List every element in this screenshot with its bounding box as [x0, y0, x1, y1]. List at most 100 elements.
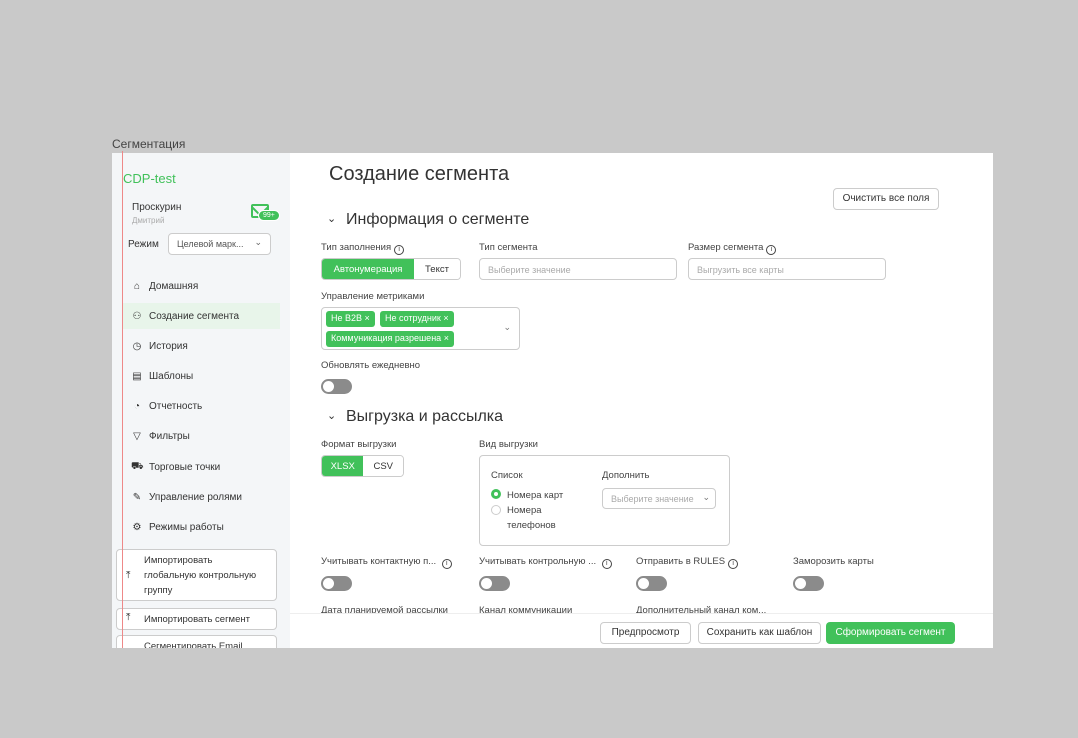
page-title: Создание сегмента: [329, 163, 510, 185]
button-label-line: Импортировать: [144, 555, 213, 566]
pie-chart-icon: ◔: [133, 400, 141, 412]
upload-icon: ⤒: [126, 612, 131, 623]
rules-label: Отправить в RULES i: [636, 556, 739, 569]
rules-toggle[interactable]: [636, 576, 667, 591]
info-icon[interactable]: i: [601, 559, 612, 569]
chevron-down-icon: ⌄: [702, 492, 710, 502]
metric-tag[interactable]: Не B2B ×: [326, 311, 375, 327]
radio-cards-label[interactable]: Номера карт: [507, 490, 563, 501]
info-icon[interactable]: i: [728, 559, 739, 569]
segment-type-select[interactable]: Выберите значение: [479, 258, 677, 280]
sidebar: CDP-test Проскурин Дмитрий 99+ Режим Цел…: [112, 153, 290, 648]
mode-label: Режим: [128, 239, 159, 250]
supplement-placeholder: Выберите значение: [611, 494, 694, 504]
radio-phones-label-line2[interactable]: телефонов: [507, 520, 556, 531]
filter-icon: ▽: [133, 430, 141, 442]
control-group-toggle[interactable]: [479, 576, 510, 591]
metric-tag[interactable]: Коммуникация разрешена ×: [326, 331, 454, 347]
contact-group-label: Учитывать контактную п... i: [321, 556, 452, 569]
sidebar-item-label: Торговые точки: [149, 461, 221, 473]
save-template-button[interactable]: Сохранить как шаблон: [698, 622, 821, 644]
supplement-select[interactable]: Выберите значение ⌄: [602, 488, 716, 509]
sidebar-item-filters[interactable]: ▽ Фильтры: [122, 423, 280, 449]
sidebar-item-work-modes[interactable]: ⚙ Режимы работы: [122, 514, 280, 540]
control-group-label-text: Учитывать контрольную ...: [479, 556, 597, 567]
import-segment-button[interactable]: ⤒ Импортировать сегмент: [116, 608, 277, 630]
segment-email-button[interactable]: Сегментировать Email: [116, 635, 277, 648]
segment-size-select[interactable]: Выгрузить все карты: [688, 258, 886, 280]
freeze-cards-label: Заморозить карты: [793, 556, 874, 567]
sidebar-item-label: Режимы работы: [149, 521, 224, 533]
fill-type-label: Тип заполнения i: [321, 242, 405, 255]
sidebar-item-templates[interactable]: ▤ Шаблоны: [122, 363, 280, 389]
close-icon[interactable]: ×: [444, 333, 449, 343]
segment-type-label: Тип сегмента: [479, 242, 538, 253]
format-csv[interactable]: CSV: [363, 456, 403, 476]
home-icon: ⌂: [133, 280, 141, 292]
segment-size-label: Размер сегмента i: [688, 242, 777, 255]
daily-update-toggle[interactable]: [321, 379, 352, 394]
sidebar-item-label: Создание сегмента: [149, 310, 240, 322]
logo[interactable]: CDP-test: [123, 171, 176, 186]
freeze-cards-toggle[interactable]: [793, 576, 824, 591]
info-icon[interactable]: i: [766, 245, 777, 255]
gear-icon: ⚙: [132, 521, 142, 533]
metrics-multiselect[interactable]: Не B2B × Не сотрудник × Коммуникация раз…: [321, 307, 520, 350]
daily-update-label: Обновлять ежедневно: [321, 360, 421, 371]
user-subname: Дмитрий: [132, 216, 165, 225]
radio-phones[interactable]: [491, 505, 501, 515]
sidebar-item-stores[interactable]: ⛟ Торговые точки: [122, 454, 280, 480]
sidebar-item-create-segment[interactable]: ⚇ Создание сегмента: [122, 303, 280, 329]
radio-cards[interactable]: [491, 489, 501, 499]
sidebar-item-label: История: [149, 340, 188, 352]
sidebar-item-history[interactable]: ◷ История: [122, 333, 280, 359]
metric-tag-label: Не B2B: [331, 313, 363, 323]
cart-icon: ⛟: [131, 460, 144, 472]
form-segment-button[interactable]: Сформировать сегмент: [826, 622, 955, 644]
section-info-title[interactable]: Информация о сегменте: [346, 211, 529, 229]
segment-size-label-text: Размер сегмента: [688, 242, 764, 253]
chevron-down-icon[interactable]: ⌄: [503, 322, 511, 333]
mode-select[interactable]: Целевой марк... ⌄: [168, 233, 271, 255]
clear-all-button[interactable]: Очистить все поля: [833, 188, 939, 210]
chevron-down-icon[interactable]: ⌄: [327, 212, 336, 225]
fill-type-auto[interactable]: Автонумерация: [322, 259, 414, 279]
button-label: Импортировать сегмент: [144, 614, 250, 625]
frame-label: Сегментация: [112, 137, 186, 151]
preview-button[interactable]: Предпросмотр: [600, 622, 691, 644]
contact-group-toggle[interactable]: [321, 576, 352, 591]
control-group-label: Учитывать контрольную ... i: [479, 556, 612, 569]
metric-tag-label: Коммуникация разрешена: [331, 333, 442, 343]
sidebar-item-roles[interactable]: ✎ Управление ролями: [122, 484, 280, 510]
metrics-label: Управление метриками: [321, 291, 425, 302]
user-name: Проскурин: [132, 202, 182, 213]
import-global-control-group-button[interactable]: ⤒ Импортировать глобальную контрольную г…: [116, 549, 277, 601]
close-icon[interactable]: ×: [365, 313, 370, 323]
button-label-line: глобальную контрольную: [144, 570, 257, 581]
button-label-line: группу: [144, 585, 173, 596]
format-xlsx[interactable]: XLSX: [322, 456, 364, 476]
fill-type-text[interactable]: Текст: [414, 259, 460, 279]
metric-tag-label: Не сотрудник: [385, 313, 441, 323]
sidebar-item-label: Домашняя: [149, 280, 199, 292]
supplement-label: Дополнить: [602, 470, 650, 481]
chevron-down-icon[interactable]: ⌄: [327, 409, 336, 422]
sidebar-item-home[interactable]: ⌂ Домашняя: [122, 273, 280, 299]
close-icon[interactable]: ×: [443, 313, 448, 323]
contact-group-label-text: Учитывать контактную п...: [321, 556, 437, 567]
pen-icon: ✎: [132, 491, 142, 503]
info-icon[interactable]: i: [441, 559, 452, 569]
upload-icon: ⤒: [126, 570, 131, 581]
list-label: Список: [491, 470, 523, 481]
info-icon[interactable]: i: [394, 245, 405, 255]
radio-phones-label[interactable]: Номера: [507, 505, 542, 516]
footer-bar: Предпросмотр Сохранить как шаблон Сформи…: [290, 613, 993, 648]
fill-type-toggle: Автонумерация Текст: [321, 258, 461, 280]
sidebar-item-label: Управление ролями: [149, 491, 242, 503]
section-export-title[interactable]: Выгрузка и рассылка: [346, 408, 503, 426]
users-icon: ⚇: [132, 310, 142, 322]
sidebar-item-reports[interactable]: ◔ Отчетность: [122, 393, 280, 419]
export-type-box: Список Номера карт Номера телефонов Допо…: [479, 455, 730, 546]
metric-tag[interactable]: Не сотрудник ×: [380, 311, 454, 327]
export-type-label: Вид выгрузки: [479, 439, 538, 450]
